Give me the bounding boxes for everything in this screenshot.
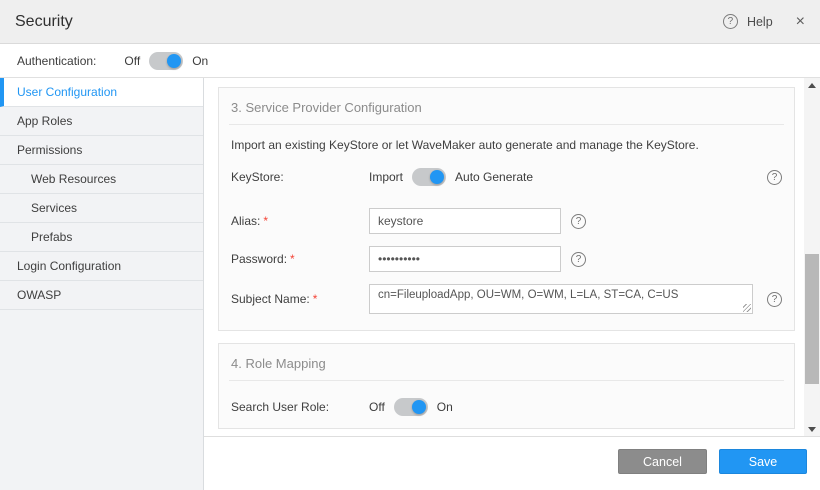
sidebar-item-login-configuration[interactable]: Login Configuration	[0, 252, 203, 281]
subject-name-field-wrap: cn=FileuploadApp, OU=WM, O=WM, L=LA, ST=…	[369, 284, 753, 314]
search-user-role-row: Search User Role: Off On	[231, 398, 784, 416]
alias-row: Alias:* ?	[231, 208, 784, 234]
authentication-toggle[interactable]	[149, 52, 183, 70]
service-provider-configuration-card: 3. Service Provider Configuration Import…	[218, 87, 795, 331]
cancel-button[interactable]: Cancel	[618, 449, 707, 474]
section-divider	[229, 124, 784, 125]
help-icon[interactable]: ?	[723, 14, 738, 29]
sidebar-item-user-configuration[interactable]: User Configuration	[0, 78, 203, 107]
keystore-row: KeyStore: Import Auto Generate ?	[231, 168, 784, 186]
header-actions: ? Help ×	[723, 14, 805, 30]
page-title: Security	[15, 13, 73, 31]
dialog-body: User Configuration App Roles Permissions…	[0, 78, 820, 490]
subject-name-textarea[interactable]: cn=FileuploadApp, OU=WM, O=WM, L=LA, ST=…	[369, 284, 753, 314]
arrow-down-icon	[808, 427, 816, 432]
dialog-footer: Cancel Save	[204, 436, 820, 489]
arrow-up-icon	[808, 83, 816, 88]
password-help-icon[interactable]: ?	[571, 252, 586, 267]
role-mapping-card: 4. Role Mapping Search User Role: Off On	[218, 343, 795, 429]
close-icon[interactable]: ×	[796, 14, 805, 30]
scroll-content: 3. Service Provider Configuration Import…	[204, 78, 804, 429]
keystore-description: Import an existing KeyStore or let WaveM…	[231, 138, 784, 152]
authentication-label: Authentication:	[17, 54, 96, 68]
subject-name-help-icon[interactable]: ?	[767, 292, 782, 307]
resize-grip-icon[interactable]	[743, 304, 751, 312]
keystore-label: KeyStore:	[231, 170, 369, 184]
toggle-knob	[430, 170, 444, 184]
dialog-header: Security ? Help ×	[0, 0, 820, 44]
section-title: 4. Role Mapping	[231, 356, 784, 371]
password-label: Password:*	[231, 252, 369, 266]
required-asterisk: *	[263, 214, 268, 228]
search-user-role-toggle[interactable]	[394, 398, 428, 416]
toggle-knob	[167, 54, 181, 68]
keystore-import-label: Import	[369, 170, 403, 184]
keystore-help-icon[interactable]: ?	[767, 170, 782, 185]
scrollbar-thumb[interactable]	[805, 254, 819, 384]
required-asterisk: *	[290, 252, 295, 266]
search-user-role-off-label: Off	[369, 400, 385, 414]
password-input[interactable]	[369, 246, 561, 272]
sidebar-item-web-resources[interactable]: Web Resources	[0, 165, 203, 194]
vertical-scrollbar[interactable]	[804, 78, 820, 436]
security-dialog: Security ? Help × Authentication: Off On…	[0, 0, 820, 490]
keystore-toggle[interactable]	[412, 168, 446, 186]
help-link[interactable]: Help	[747, 15, 773, 29]
sidebar-item-permissions[interactable]: Permissions	[0, 136, 203, 165]
sidebar-item-app-roles[interactable]: App Roles	[0, 107, 203, 136]
password-row: Password:* ?	[231, 246, 784, 272]
alias-input[interactable]	[369, 208, 561, 234]
sidebar-item-prefabs[interactable]: Prefabs	[0, 223, 203, 252]
keystore-auto-generate-label: Auto Generate	[455, 170, 533, 184]
search-user-role-label: Search User Role:	[231, 400, 369, 414]
security-nav-sidebar: User Configuration App Roles Permissions…	[0, 78, 204, 490]
subject-name-label: Subject Name:*	[231, 292, 369, 306]
search-user-role-on-label: On	[437, 400, 453, 414]
scroll-up-button[interactable]	[804, 78, 820, 92]
required-asterisk: *	[313, 292, 318, 306]
authentication-bar: Authentication: Off On	[0, 44, 820, 78]
save-button[interactable]: Save	[719, 449, 807, 474]
main-column: 3. Service Provider Configuration Import…	[204, 78, 820, 490]
alias-label: Alias:*	[231, 214, 369, 228]
sidebar-item-owasp[interactable]: OWASP	[0, 281, 203, 310]
alias-help-icon[interactable]: ?	[571, 214, 586, 229]
section-title: 3. Service Provider Configuration	[231, 100, 784, 115]
authentication-on-label: On	[192, 54, 208, 68]
scroll-down-button[interactable]	[804, 422, 820, 436]
section-divider	[229, 380, 784, 381]
toggle-knob	[412, 400, 426, 414]
authentication-off-label: Off	[124, 54, 140, 68]
scroll-viewport: 3. Service Provider Configuration Import…	[204, 78, 820, 436]
sidebar-item-services[interactable]: Services	[0, 194, 203, 223]
subject-name-row: Subject Name:* cn=FileuploadApp, OU=WM, …	[231, 284, 784, 314]
